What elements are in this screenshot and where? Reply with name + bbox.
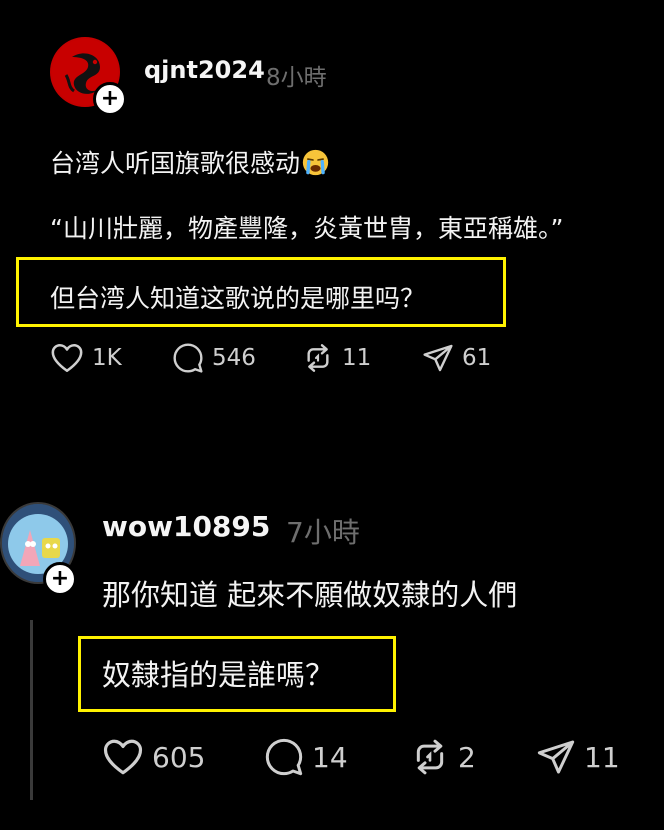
- timestamp: 7小時: [286, 516, 360, 549]
- repost-count: 2: [458, 740, 476, 774]
- thread-line: [30, 620, 33, 800]
- highlight-box: [16, 257, 506, 327]
- post-text: 台湾人听国旗歌很感动: [50, 149, 301, 178]
- post-qjnt2024: + qjnt2024 8小時 台湾人听国旗歌很感动 “山川壯麗，物產豐隆，炎黃世…: [0, 0, 664, 420]
- username[interactable]: qjnt2024: [144, 56, 265, 84]
- post-text-line-1: 台湾人听国旗歌很感动: [50, 144, 329, 180]
- share-icon: [537, 740, 575, 774]
- share-count: 61: [462, 345, 492, 371]
- repost-icon: [416, 739, 444, 775]
- repost-count: 11: [342, 345, 372, 371]
- reply-button[interactable]: 546: [172, 341, 256, 375]
- comment-icon: [173, 343, 203, 373]
- share-count: 11: [584, 740, 620, 774]
- heart-icon: [103, 739, 143, 775]
- follow-plus-icon[interactable]: +: [43, 562, 77, 596]
- like-button[interactable]: 1K: [50, 341, 122, 375]
- post-text-line-2: “山川壯麗，物產豐隆，炎黃世胄，東亞稱雄。”: [50, 214, 564, 243]
- like-button[interactable]: 605: [102, 736, 205, 778]
- reply-button[interactable]: 14: [264, 736, 348, 778]
- crying-face-icon: [302, 149, 329, 176]
- post-text-line-1: 那你知道 起來不願做奴隸的人們: [102, 578, 518, 612]
- repost-button[interactable]: 11: [302, 341, 371, 375]
- share-button[interactable]: 61: [422, 341, 491, 375]
- timestamp: 8小時: [266, 65, 327, 91]
- highlight-box: [78, 636, 396, 712]
- share-icon: [423, 344, 453, 372]
- heart-icon: [51, 343, 83, 373]
- username[interactable]: wow10895: [102, 510, 270, 543]
- repost-button[interactable]: 2: [410, 736, 476, 778]
- like-count: 1K: [92, 345, 122, 371]
- like-count: 605: [152, 740, 206, 774]
- reply-count: 14: [312, 740, 348, 774]
- post-wow10895: + wow10895 7小時 那你知道 起來不願做奴隸的人們 奴隸指的是誰嗎？ …: [0, 490, 664, 830]
- follow-plus-icon[interactable]: +: [93, 82, 127, 116]
- repost-icon: [307, 344, 329, 372]
- reply-count: 546: [212, 345, 256, 371]
- comment-icon: [265, 738, 303, 776]
- share-button[interactable]: 11: [536, 736, 620, 778]
